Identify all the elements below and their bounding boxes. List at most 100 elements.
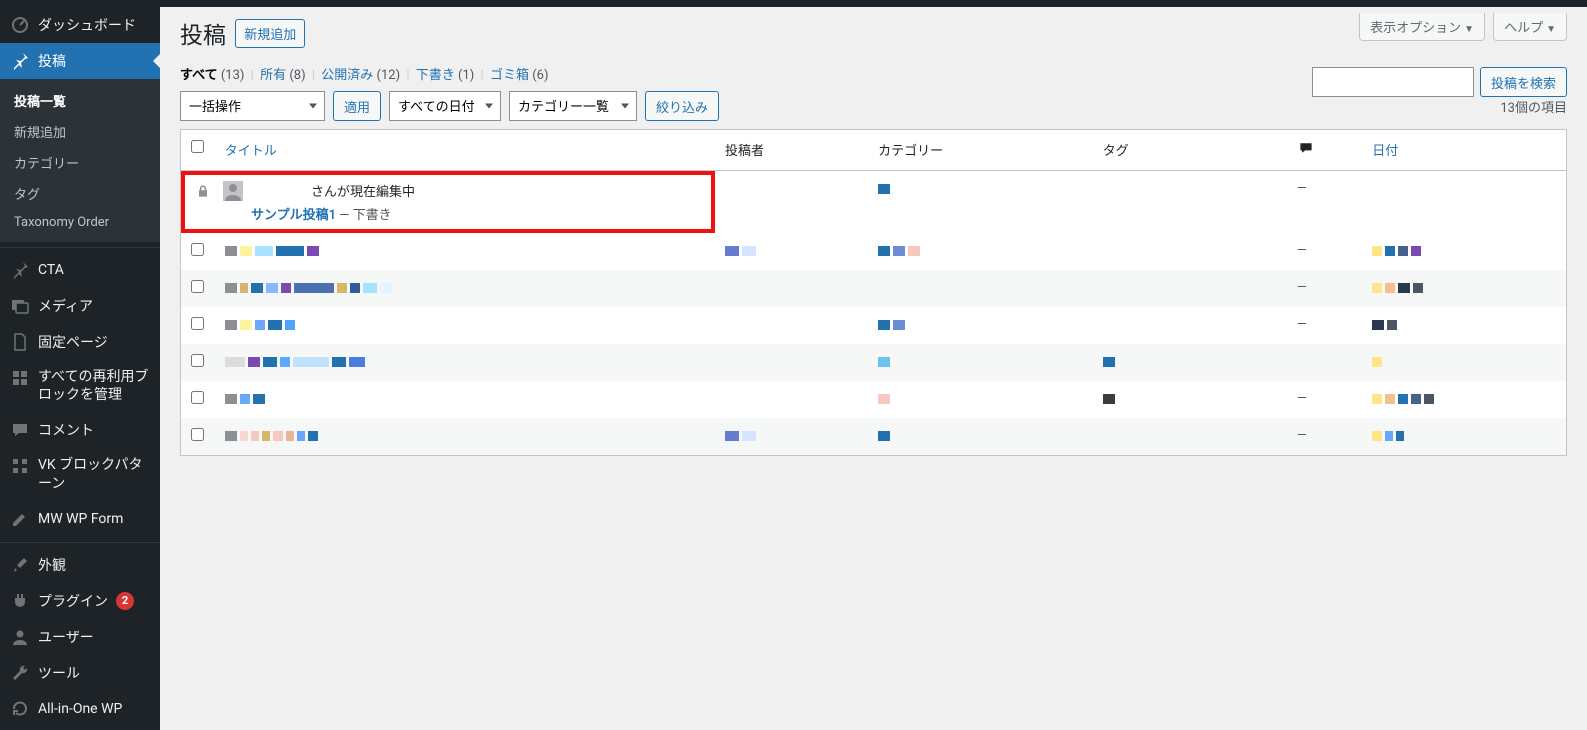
search-box: 投稿を検索 <box>1312 67 1567 97</box>
cell-tags <box>1093 233 1287 270</box>
row-checkbox[interactable] <box>191 243 204 256</box>
table-row-locked: さんが現在編集中 サンプル投稿1 — 下書き — <box>181 171 1567 234</box>
cell-title[interactable] <box>215 418 715 456</box>
cell-title[interactable] <box>215 344 715 381</box>
table-row: — <box>181 418 1567 456</box>
menu-users[interactable]: ユーザー <box>0 619 160 655</box>
cell-checkbox <box>181 344 215 381</box>
filter-button[interactable]: 絞り込み <box>645 91 719 121</box>
menu-label: ツール <box>38 663 80 683</box>
row-checkbox[interactable] <box>191 317 204 330</box>
row-checkbox[interactable] <box>191 391 204 404</box>
row-checkbox[interactable] <box>191 280 204 293</box>
cell-categories <box>868 270 1093 307</box>
filter-all[interactable]: すべて <box>180 68 218 83</box>
help-button[interactable]: ヘルプ▼ <box>1493 13 1567 41</box>
lock-text: さんが現在編集中 サンプル投稿1 — 下書き <box>251 181 415 223</box>
table-row: — <box>181 381 1567 418</box>
cell-tags <box>1093 307 1287 344</box>
cell-checkbox <box>181 270 215 307</box>
cell-date <box>1362 171 1566 234</box>
cell-comments: — <box>1287 233 1363 270</box>
menu-appearance[interactable]: 外観 <box>0 547 160 583</box>
filter-trash[interactable]: ゴミ箱 <box>490 68 529 83</box>
cell-date <box>1362 344 1566 381</box>
cell-author <box>715 381 868 418</box>
locked-highlight: さんが現在編集中 サンプル投稿1 — 下書き <box>181 171 715 233</box>
submenu-posts-tags[interactable]: タグ <box>0 178 160 209</box>
submenu-posts-new[interactable]: 新規追加 <box>0 116 160 147</box>
menu-mw-wp-form[interactable]: MW WP Form <box>0 501 160 537</box>
filter-draft[interactable]: 下書き <box>416 68 455 83</box>
search-input[interactable] <box>1312 67 1474 97</box>
user-icon <box>10 627 30 647</box>
menu-reusable-blocks[interactable]: すべての再利用ブロックを管理 <box>0 360 160 412</box>
menu-posts[interactable]: 投稿 <box>0 43 160 79</box>
cell-comments <box>1287 344 1363 381</box>
items-count: 13個の項目 <box>1500 97 1567 116</box>
pin-icon <box>10 260 30 280</box>
cell-title[interactable] <box>215 307 715 344</box>
cell-comments: — <box>1287 381 1363 418</box>
menu-comments[interactable]: コメント <box>0 412 160 448</box>
menu-media[interactable]: メディア <box>0 288 160 324</box>
cell-comments: — <box>1287 270 1363 307</box>
apply-button[interactable]: 適用 <box>333 91 381 121</box>
menu-label: すべての再利用ブロックを管理 <box>38 368 152 404</box>
col-date[interactable]: 日付 <box>1372 144 1398 159</box>
page-title: 投稿 <box>180 7 226 54</box>
cell-checkbox <box>181 307 215 344</box>
pin-icon <box>10 51 30 71</box>
locked-post-title[interactable]: サンプル投稿1 <box>251 208 336 223</box>
row-checkbox[interactable] <box>191 428 204 441</box>
cell-comments: — <box>1287 418 1363 456</box>
cell-checkbox <box>181 381 215 418</box>
filter-published[interactable]: 公開済み <box>321 68 373 83</box>
menu-label: 外観 <box>38 555 66 575</box>
pencil-icon <box>10 509 30 529</box>
bulk-action-select[interactable]: 一括操作 <box>180 91 325 121</box>
menu-tools[interactable]: ツール <box>0 655 160 691</box>
refresh-icon <box>10 699 30 719</box>
cell-title[interactable] <box>215 233 715 270</box>
menu-label: プラグイン <box>38 591 108 611</box>
submenu-posts-list[interactable]: 投稿一覧 <box>0 85 160 116</box>
content-area: 表示オプション▼ ヘルプ▼ 投稿 新規追加 すべて (13) | 所有 (8) … <box>160 7 1587 476</box>
menu-plugins[interactable]: プラグイン 2 <box>0 583 160 619</box>
search-button[interactable]: 投稿を検索 <box>1480 67 1567 97</box>
screen-options-button[interactable]: 表示オプション▼ <box>1359 13 1485 41</box>
submenu-posts: 投稿一覧 新規追加 カテゴリー タグ Taxonomy Order <box>0 79 160 242</box>
grid-icon <box>10 456 30 476</box>
table-row: — <box>181 307 1567 344</box>
block-icon <box>10 368 30 388</box>
col-comments <box>1287 130 1363 171</box>
menu-cta[interactable]: CTA <box>0 252 160 288</box>
menu-vk-patterns[interactable]: VK ブロックパターン <box>0 448 160 500</box>
cell-author <box>715 307 868 344</box>
table-row <box>181 344 1567 381</box>
cell-title[interactable] <box>215 270 715 307</box>
cell-categories <box>868 233 1093 270</box>
menu-pages[interactable]: 固定ページ <box>0 324 160 360</box>
lock-icon <box>195 183 211 199</box>
cell-title[interactable] <box>215 381 715 418</box>
menu-label: VK ブロックパターン <box>38 456 152 492</box>
submenu-posts-taxonomy-order[interactable]: Taxonomy Order <box>0 209 160 236</box>
date-filter-select[interactable]: すべての日付 <box>389 91 501 121</box>
select-all-checkbox[interactable] <box>191 140 204 153</box>
cell-tags <box>1093 418 1287 456</box>
menu-dashboard[interactable]: ダッシュボード <box>0 7 160 43</box>
menu-label: CTA <box>38 262 64 278</box>
update-badge: 2 <box>116 592 134 610</box>
category-filter-select[interactable]: カテゴリー一覧 <box>509 91 637 121</box>
row-checkbox[interactable] <box>191 354 204 367</box>
col-title[interactable]: タイトル <box>225 144 277 159</box>
cell-categories <box>868 344 1093 381</box>
menu-aioseo[interactable]: All-in-One WP <box>0 691 160 727</box>
add-new-button[interactable]: 新規追加 <box>235 19 305 48</box>
filter-mine[interactable]: 所有 <box>260 68 286 83</box>
brush-icon <box>10 555 30 575</box>
submenu-posts-categories[interactable]: カテゴリー <box>0 147 160 178</box>
table-row: — <box>181 270 1567 307</box>
col-checkbox <box>181 130 215 171</box>
